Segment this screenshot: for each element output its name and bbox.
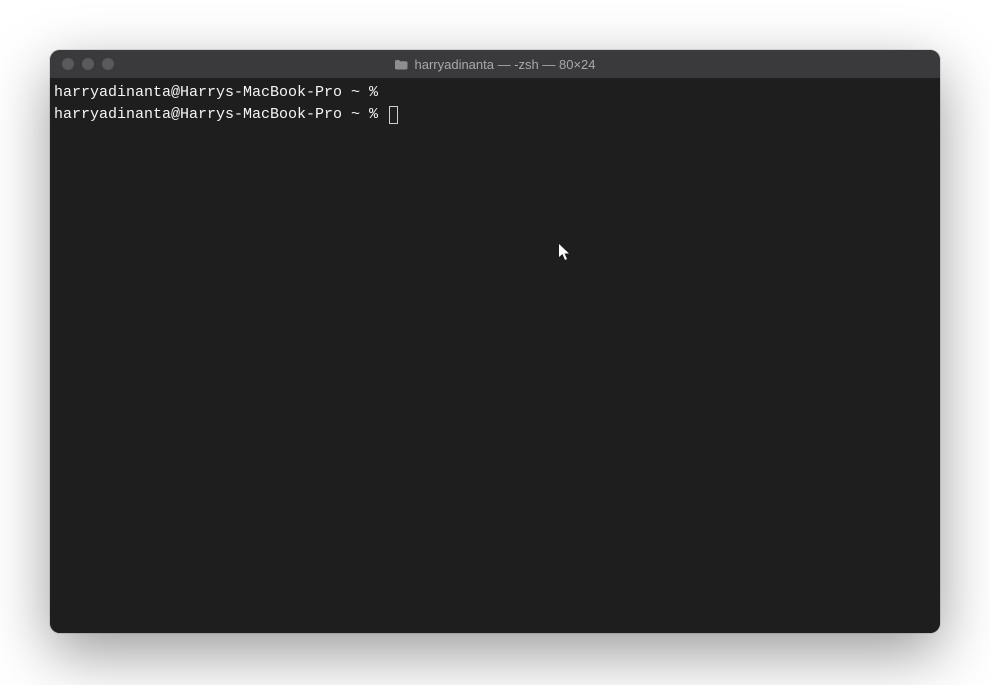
shell-prompt: harryadinanta@Harrys-MacBook-Pro ~ % [54, 82, 387, 104]
mouse-pointer-icon [558, 243, 572, 261]
shell-prompt: harryadinanta@Harrys-MacBook-Pro ~ % [54, 104, 387, 126]
folder-icon [394, 59, 408, 70]
terminal-line: harryadinanta@Harrys-MacBook-Pro ~ % [54, 82, 936, 104]
window-title: harryadinanta — -zsh — 80×24 [414, 57, 595, 72]
titlebar[interactable]: harryadinanta — -zsh — 80×24 [50, 50, 940, 78]
terminal-cursor [389, 106, 398, 124]
terminal-body[interactable]: harryadinanta@Harrys-MacBook-Pro ~ % har… [50, 78, 940, 633]
close-button[interactable] [62, 58, 74, 70]
title-content: harryadinanta — -zsh — 80×24 [50, 57, 940, 72]
minimize-button[interactable] [82, 58, 94, 70]
traffic-lights [62, 58, 114, 70]
maximize-button[interactable] [102, 58, 114, 70]
terminal-line: harryadinanta@Harrys-MacBook-Pro ~ % [54, 104, 936, 126]
terminal-window: harryadinanta — -zsh — 80×24 harryadinan… [50, 50, 940, 633]
